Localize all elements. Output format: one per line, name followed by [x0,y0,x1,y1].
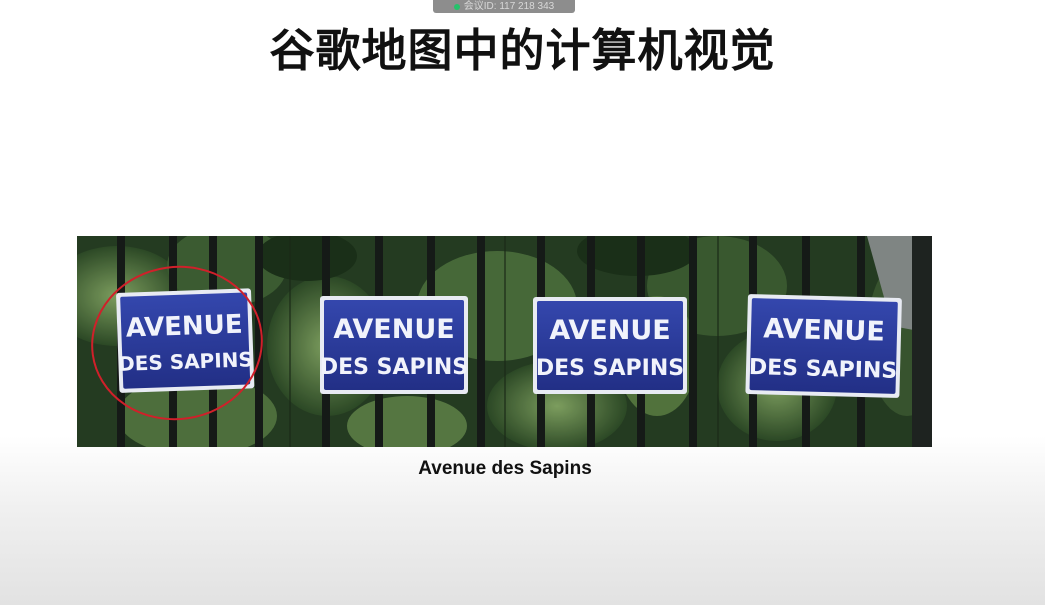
meeting-id-text: 会议ID: 117 218 343 [463,1,555,12]
sign-text-line1: AVENUE [125,310,243,344]
recording-status-icon [453,3,460,10]
street-sign: AVENUE DES SAPINS [533,297,687,394]
street-sign: AVENUE DES SAPINS [116,288,255,393]
sign-text-line2: DES SAPINS [536,356,684,381]
meeting-id-badge: 会议ID: 117 218 343 [433,0,575,13]
sign-text-line2: DES SAPINS [320,355,468,380]
sign-text-line1: AVENUE [549,315,670,346]
street-sign-photo: AVENUE DES SAPINS AVENUE DES SAPINS AVEN… [77,236,932,447]
image-caption: Avenue des Sapins [418,458,592,479]
slide-title: 谷歌地图中的计算机视觉 [269,24,776,77]
sign-text-line1: AVENUE [763,313,885,347]
sign-text-line2: DES SAPINS [749,355,898,384]
street-sign: AVENUE DES SAPINS [320,296,468,394]
sign-text-line2: DES SAPINS [118,347,254,376]
street-sign: AVENUE DES SAPINS [745,294,902,398]
sign-text-line1: AVENUE [333,314,454,345]
